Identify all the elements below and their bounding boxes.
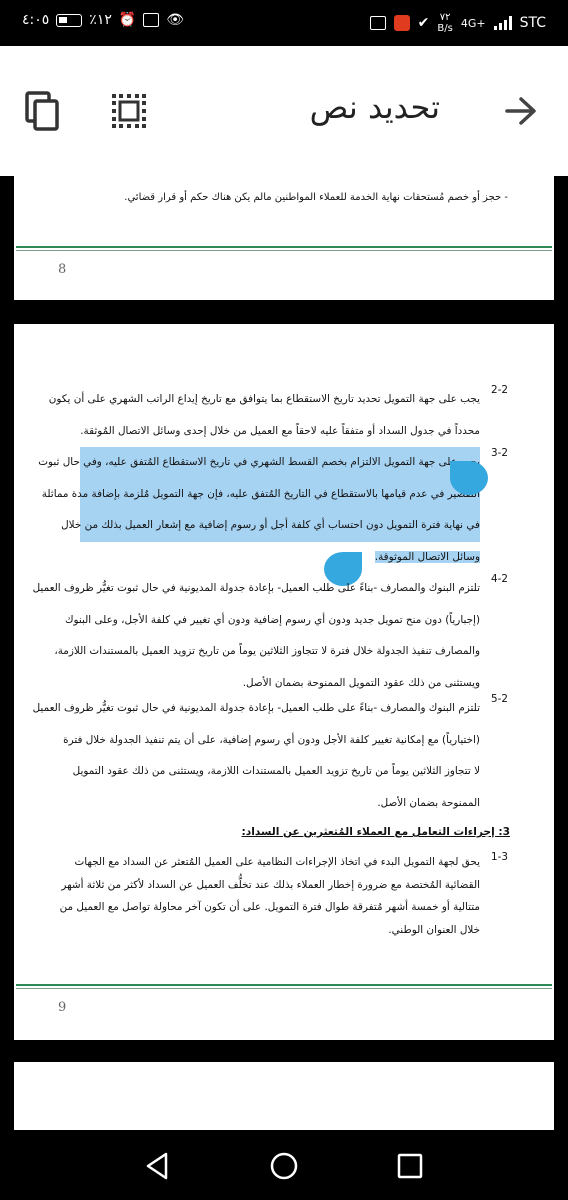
item-number: 3-2 [491,447,508,459]
network-speed-value: ٧٢ [439,12,451,23]
selected-text-line[interactable]: التقصير في عدم قيامها بالاستقطاع في التا… [42,478,480,510]
home-circle-icon[interactable] [268,1150,300,1182]
select-all-icon [112,94,146,128]
page-number: 9 [58,1000,67,1015]
paragraph-4-2: تلتزم البنوك والمصارف -بناءً على طلب الع… [32,573,480,699]
check-icon: ✔ [417,15,430,31]
text-line: خلال العنوان الوطني. [388,923,480,936]
text-line: (إجبارياً) دون منح تمويل جديد ودون أي رس… [64,613,480,626]
system-nav-bar [0,1130,568,1200]
paragraph-2-2: يجب على جهة التمويل تحديد تاريخ الاستقطا… [48,384,480,447]
item-number: 2-2 [491,384,508,396]
selected-text-line[interactable]: في نهاية فترة التمويل دون احتساب أي كلفة… [61,510,480,542]
document-page-9: 2-2 يجب على جهة التمويل تحديد تاريخ الاس… [14,324,554,1040]
network-speed: ٧٢ B/s [437,12,452,34]
page8-text: - حجز أو خصم مُستحقات نهاية الخدمة للعمل… [124,182,508,214]
app-notification-icon [393,15,410,31]
document-viewer[interactable]: - حجز أو خصم مُستحقات نهاية الخدمة للعمل… [0,176,568,1130]
eye-comfort-icon: 👁 [166,12,185,28]
back-arrow-icon [505,97,536,125]
page-number: 8 [58,262,67,277]
text-line: محدداً في جدول السداد أو متفقاً عليه لاح… [80,424,480,437]
text-line: (اختيارياً) مع إمكانية تغيير كلفة الأجل … [63,733,480,746]
back-triangle-icon[interactable] [142,1150,174,1182]
status-right: ✔ ٧٢ B/s 4G+ STC [369,12,546,34]
battery-icon [56,13,83,27]
paragraph-3-2-selected[interactable]: يجب على جهة التمويل الالتزام بخصم القسط … [38,447,480,573]
carrier-name: STC [519,15,546,31]
status-bar: ٤:٠٥ ٪١٢ ⏰ 👁 ✔ ٧٢ B/s 4G+ STC [0,0,568,46]
battery-percent: ٪١٢ [89,12,112,28]
item-number: 4-2 [491,573,508,585]
paragraph-1-3: يحق لجهة التمويل البدء في اتخاذ الإجراءا… [59,851,480,941]
section-title: 3: إجراءات التعامل مع العملاء المُتعثرين… [241,826,510,838]
text-line: تلتزم البنوك والمصارف -بناءً على طلب الع… [32,702,480,714]
item-number: 5-2 [491,693,508,705]
text-selection-header: تحديد نص [0,46,568,176]
page-rule [16,246,552,248]
text-line: يجب على جهة التمويل تحديد تاريخ الاستقطا… [48,393,480,405]
select-all-button[interactable] [104,86,154,136]
copy-button[interactable] [18,86,68,136]
item-number: 1-3 [491,851,508,863]
nfc-icon [143,13,160,27]
copy-icon [25,91,59,131]
text-line: - حجز أو خصم مُستحقات نهاية الخدمة للعمل… [124,192,508,203]
page-rule [16,984,552,986]
text-line: تلتزم البنوك والمصارف -بناءً على طلب الع… [32,582,480,594]
recents-square-icon[interactable] [394,1150,426,1182]
page-title: تحديد نص [309,88,440,126]
clock: ٤:٠٥ [22,12,50,28]
alarm-icon: ⏰ [118,12,137,28]
paragraph-5-2: تلتزم البنوك والمصارف -بناءً على طلب الع… [32,693,480,819]
page-rule-thin [16,988,552,989]
text-line: يحق لجهة التمويل البدء في اتخاذ الإجراءا… [74,856,480,868]
text-line: متتالية أو خمسة أشهر مُتفرقة طوال فترة ا… [59,901,480,913]
selected-text-line[interactable]: وسائل الاتصال الموثوقة. [374,550,480,563]
text-line: والمصارف تنفيذ الجدولة خلال فترة لا تتجا… [54,645,480,657]
back-button[interactable] [496,86,546,136]
selected-text-line[interactable]: يجب على جهة التمويل الالتزام بخصم القسط … [38,447,480,479]
status-left: ٤:٠٥ ٪١٢ ⏰ 👁 [22,12,184,28]
selection-start-handle[interactable] [450,461,488,495]
network-speed-unit: B/s [437,23,453,34]
text-line: لا تتجاوز الثلاثين يوماً من تاريخ تزويد … [72,765,480,777]
page-rule-thin [16,250,552,251]
network-type: 4G+ [460,16,486,30]
text-line: الممنوحة بضمان الأصل. [377,796,480,809]
document-page-8: - حجز أو خصم مُستحقات نهاية الخدمة للعمل… [14,176,554,300]
document-page-10 [14,1062,554,1130]
signal-icon [493,16,512,30]
calendar-icon [369,16,386,30]
text-line: القضائية المُختصة مع ضرورة إخطار العملاء… [61,878,480,891]
